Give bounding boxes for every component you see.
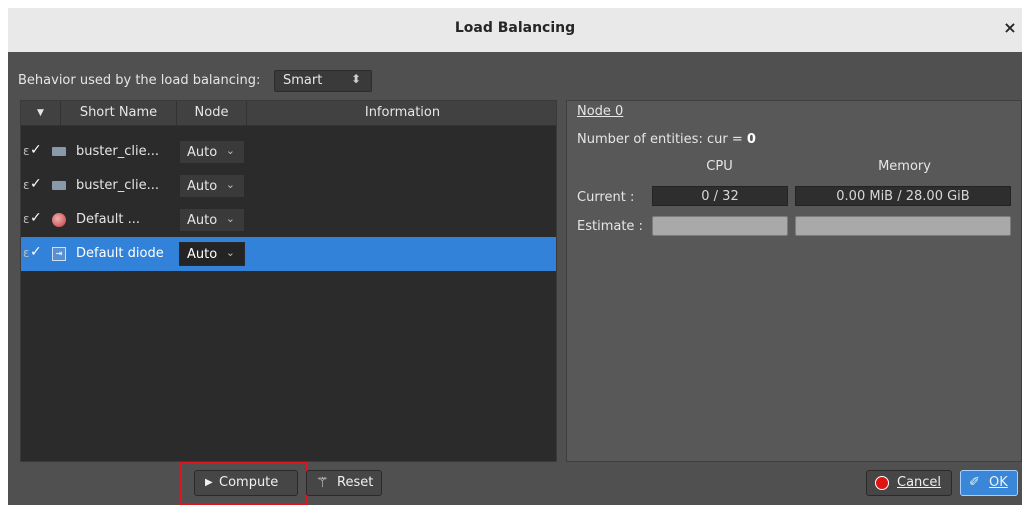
entities-count: Number of entities: cur = 0 — [577, 132, 756, 147]
column-memory: Memory — [878, 159, 931, 174]
dialog-title: Load Balancing — [454, 20, 576, 36]
cancel-button[interactable]: Cancel — [866, 470, 952, 496]
estimate-memory-bar — [795, 216, 1011, 236]
table-row[interactable]: ɛ ✓ Default ... Auto ⌄ — [21, 203, 556, 237]
row-checkbox[interactable]: ✓ — [30, 177, 44, 191]
behavior-label: Behavior used by the load balancing: — [18, 73, 261, 88]
entities-value: 0 — [746, 132, 756, 147]
entities-label: Number of entities: cur = — [577, 132, 747, 147]
table-row-selected[interactable]: ɛ ✓ ⇥ Default diode Auto ⌄ — [21, 237, 556, 271]
row-node-value: Auto — [187, 179, 217, 194]
chevron-down-icon: ⌄ — [225, 178, 235, 191]
current-cpu-value: 0 / 32 — [652, 186, 788, 206]
monitor-icon — [52, 147, 66, 156]
stop-icon — [875, 476, 889, 490]
table-row[interactable]: ɛ ✓ buster_clie... Auto ⌄ — [21, 135, 556, 169]
row-check-prefix: ɛ — [23, 178, 30, 192]
diode-icon: ⇥ — [52, 247, 66, 261]
chevron-down-icon: ⌄ — [225, 212, 235, 225]
row-checkbox[interactable]: ✓ — [30, 143, 44, 157]
check-pen-icon: ✐ — [969, 475, 980, 490]
column-cpu: CPU — [706, 159, 733, 174]
estimate-cpu-bar — [652, 216, 788, 236]
monitor-icon — [52, 181, 66, 190]
ball-icon — [52, 213, 66, 227]
reset-button[interactable]: ⚚ Reset — [306, 470, 382, 496]
chevron-down-icon: ⌄ — [225, 246, 235, 259]
row-node-value: Auto — [187, 213, 217, 228]
row-checkbox[interactable]: ✓ — [30, 211, 44, 225]
table-row[interactable]: ɛ ✓ buster_clie... Auto ⌄ — [21, 169, 556, 203]
row-node-select[interactable]: Auto ⌄ — [179, 174, 245, 198]
row-node-value: Auto — [187, 145, 217, 160]
behavior-select[interactable]: Smart ⬍ — [274, 70, 372, 92]
ok-label: OK — [989, 475, 1008, 490]
entities-table: ▼ Short Name Node Information ɛ ✓ buster… — [20, 100, 557, 462]
row-checkbox[interactable]: ✓ — [30, 245, 44, 259]
play-icon: ▶ — [205, 477, 213, 488]
row-node-select[interactable]: Auto ⌄ — [179, 208, 245, 232]
current-label: Current : — [577, 190, 635, 205]
estimate-label: Estimate : — [577, 219, 643, 234]
column-header-node[interactable]: Node — [177, 101, 247, 125]
row-short-name: buster_clie... — [76, 144, 159, 159]
close-icon[interactable]: × — [1000, 18, 1020, 40]
column-header-short-name[interactable]: Short Name — [61, 101, 177, 125]
cancel-label: Cancel — [897, 475, 942, 490]
row-node-select[interactable]: Auto ⌄ — [179, 140, 245, 164]
row-check-prefix: ɛ — [23, 144, 30, 158]
compute-label: Compute — [219, 475, 279, 490]
row-check-prefix: ɛ — [23, 246, 30, 260]
magic-wand-icon: ⚚ — [316, 475, 329, 491]
row-node-value: Auto — [187, 247, 217, 262]
row-short-name: buster_clie... — [76, 178, 159, 193]
current-memory-value: 0.00 MiB / 28.00 GiB — [795, 186, 1011, 206]
load-balancing-dialog: Load Balancing × Behavior used by the lo… — [8, 8, 1022, 505]
title-bar: Load Balancing × — [8, 8, 1022, 52]
node-panel: Node 0 Number of entities: cur = 0 CPU M… — [566, 100, 1022, 462]
behavior-select-value: Smart — [283, 73, 323, 88]
row-short-name: Default ... — [76, 212, 141, 227]
row-short-name: Default diode — [76, 246, 164, 261]
node-title: Node 0 — [577, 104, 624, 119]
reset-label: Reset — [337, 475, 374, 490]
compute-button[interactable]: ▶ Compute — [194, 470, 298, 496]
sort-menu-icon[interactable]: ▼ — [21, 101, 61, 125]
table-header: ▼ Short Name Node Information — [21, 101, 556, 126]
ok-button[interactable]: ✐ OK — [960, 470, 1018, 496]
updown-arrow-icon: ⬍ — [350, 72, 361, 86]
row-check-prefix: ɛ — [23, 212, 30, 226]
row-node-select[interactable]: Auto ⌄ — [179, 242, 245, 266]
column-header-information[interactable]: Information — [247, 101, 558, 125]
chevron-down-icon: ⌄ — [225, 144, 235, 157]
